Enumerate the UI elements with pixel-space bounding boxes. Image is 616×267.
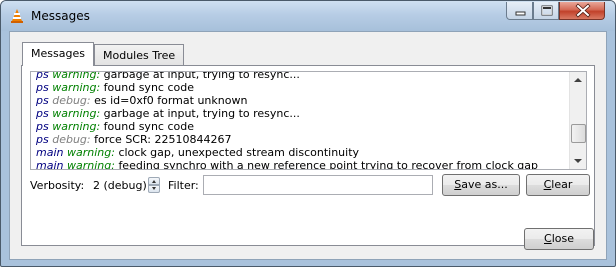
clear-button[interactable]: Clear	[526, 174, 590, 196]
close-label: Close	[544, 232, 574, 245]
log-text: clock gap, unexpected stream discontinui…	[118, 146, 360, 159]
log-module: ps	[36, 133, 49, 146]
message-log[interactable]: ps warning: garbage at input, trying to …	[30, 71, 587, 170]
log-module: ps	[36, 94, 49, 107]
title-bar[interactable]: Messages	[1, 1, 615, 31]
log-module: main	[36, 159, 64, 170]
tab-modules-tree[interactable]: Modules Tree	[94, 44, 185, 65]
scrollbar-thumb[interactable]	[571, 124, 586, 143]
log-level: debug:	[52, 133, 91, 146]
close-window-button[interactable]	[559, 2, 605, 20]
log-level: warning:	[52, 107, 101, 120]
log-line: ps warning: found sync code	[36, 120, 538, 133]
tab-modules-tree-label: Modules Tree	[103, 49, 176, 62]
scroll-up-arrow-icon[interactable]	[570, 72, 586, 88]
log-line: ps warning: garbage at input, trying to …	[36, 107, 538, 120]
log-text: garbage at input, trying to resync...	[103, 71, 300, 81]
verbosity-up-button[interactable]	[148, 177, 160, 185]
window-title: Messages	[31, 9, 90, 23]
log-text: garbage at input, trying to resync...	[103, 107, 300, 120]
log-line: main warning: feeding synchro with a new…	[36, 159, 539, 170]
log-level: warning:	[66, 159, 115, 170]
verbosity-label: Verbosity:	[30, 179, 85, 192]
log-module: ps	[36, 81, 49, 94]
filter-label: Filter:	[168, 179, 199, 192]
save-as-button[interactable]: Save as...	[442, 174, 520, 196]
log-level: debug:	[52, 94, 91, 107]
verbosity-down-button[interactable]	[148, 185, 160, 193]
filter-input[interactable]	[203, 175, 433, 195]
verbosity-spinbox[interactable]	[148, 177, 160, 193]
spin-up-icon	[152, 180, 156, 183]
close-button[interactable]: Close	[524, 228, 594, 250]
log-text: es id=0xf0 format unknown	[94, 94, 248, 107]
log-module: ps	[36, 107, 49, 120]
log-text: force SCR: 22510844267	[94, 133, 232, 146]
minimize-button[interactable]	[506, 2, 533, 20]
log-text: feeding synchro with a new reference poi…	[118, 159, 539, 170]
log-level: warning:	[52, 71, 101, 81]
log-lines: ps warning: garbage at input, trying to …	[36, 71, 539, 170]
spin-down-icon	[152, 187, 156, 190]
messages-tab-pane: ps warning: garbage at input, trying to …	[21, 65, 595, 246]
log-text: found sync code	[103, 81, 194, 94]
maximize-icon	[541, 5, 553, 16]
tab-messages[interactable]: Messages	[22, 42, 94, 66]
log-module: ps	[36, 120, 49, 133]
clear-label: Clear	[543, 178, 573, 191]
log-module: main	[36, 146, 64, 159]
close-icon	[575, 3, 591, 18]
log-line: ps warning: found sync code	[36, 81, 538, 94]
save-as-label: Save as...	[454, 178, 508, 191]
log-line: main warning: clock gap, unexpected stre…	[36, 146, 538, 159]
log-scrollbar[interactable]	[569, 72, 586, 169]
log-line: ps debug: es id=0xf0 format unknown	[36, 94, 538, 107]
log-level: warning:	[52, 120, 101, 133]
messages-window: Messages Messages Modules Tree ps warnin…	[0, 0, 616, 267]
log-text: found sync code	[103, 120, 194, 133]
maximize-button[interactable]	[533, 2, 559, 20]
tab-messages-label: Messages	[31, 47, 85, 60]
log-line: ps debug: force SCR: 22510844267	[36, 133, 538, 146]
minimize-icon	[515, 11, 526, 16]
dialog-client-area: Messages Modules Tree ps warning: garbag…	[9, 31, 607, 260]
scroll-down-arrow-icon[interactable]	[570, 153, 586, 169]
log-module: ps	[36, 71, 49, 81]
log-level: warning:	[52, 81, 101, 94]
log-level: warning:	[66, 146, 115, 159]
log-line: ps warning: garbage at input, trying to …	[36, 71, 538, 81]
verbosity-value[interactable]: 2 (debug)	[93, 179, 147, 192]
vlc-cone-icon	[11, 9, 23, 23]
